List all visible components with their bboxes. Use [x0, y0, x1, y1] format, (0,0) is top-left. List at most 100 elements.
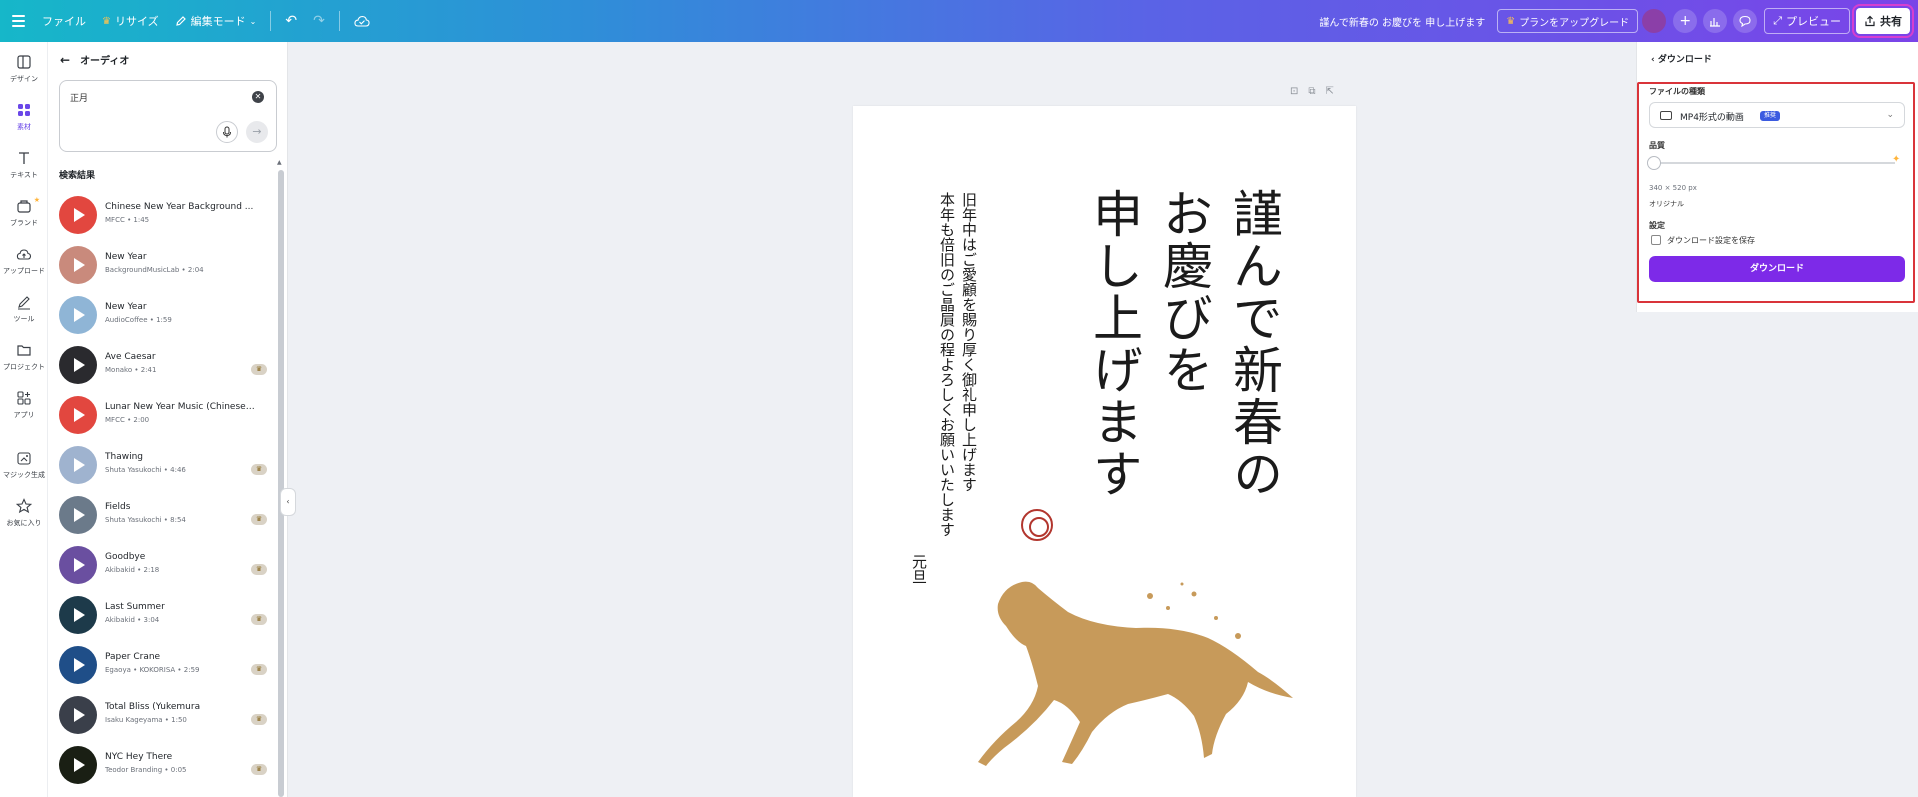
track-thumbnail[interactable] — [59, 496, 97, 534]
rail-item-tools[interactable]: ツール — [0, 294, 48, 324]
collapse-panel-button[interactable]: ‹ — [280, 488, 296, 516]
track-thumbnail[interactable] — [59, 246, 97, 284]
chevron-down-icon: ⌄ — [249, 16, 257, 26]
crown-icon: ♛ — [251, 564, 267, 575]
list-item[interactable]: Total Bliss (Yukemura Isaku Kageyama • 1:… — [59, 692, 277, 742]
scroll-up-icon[interactable]: ▲ — [277, 159, 282, 166]
track-thumbnail[interactable] — [59, 596, 97, 634]
rail-item-magic[interactable]: マジック生成 — [0, 450, 48, 480]
list-item[interactable]: Thawing Shuta Yasukochi • 4:46 ♛ — [59, 442, 277, 492]
undo-button[interactable]: ↶ — [277, 7, 305, 35]
upgrade-label: プランをアップグレード — [1519, 17, 1630, 29]
file-menu-label: ファイル — [42, 15, 86, 28]
rail-item-design[interactable]: デザイン — [0, 54, 48, 84]
list-item[interactable]: Goodbye Akibakid • 2:18 ♛ — [59, 542, 277, 592]
plus-icon: + — [1679, 13, 1692, 29]
duplicate-icon[interactable]: ⧉ — [1308, 86, 1315, 97]
crown-icon: ♛ — [1506, 15, 1516, 27]
results-heading: 検索結果 — [59, 171, 96, 181]
track-thumbnail[interactable] — [59, 296, 97, 334]
track-meta: Isaku Kageyama • 1:50 — [105, 716, 187, 724]
clear-search-icon[interactable]: ✕ — [252, 91, 264, 103]
track-thumbnail[interactable] — [59, 446, 97, 484]
download-back-button[interactable]: ‹ ダウンロード — [1651, 52, 1712, 65]
upgrade-plan-button[interactable]: ♛ プランをアップグレード — [1497, 9, 1639, 33]
cloud-save-button[interactable] — [346, 7, 378, 35]
list-item[interactable]: Paper Crane Egaoya • KOKORISA • 2:59 ♛ — [59, 642, 277, 692]
elements-icon — [18, 104, 30, 116]
rail-item-apps[interactable]: アプリ — [0, 390, 48, 420]
add-page-icon[interactable]: ⇱ — [1326, 86, 1334, 97]
list-item[interactable]: Lunar New Year Music (Chinese ... MFCC • … — [59, 392, 277, 442]
submit-search-button[interactable]: → — [246, 121, 268, 143]
play-icon — [74, 358, 85, 372]
insights-button[interactable] — [1703, 9, 1728, 33]
track-title: Total Bliss (Yukemura — [105, 702, 201, 712]
resize-button[interactable]: ♛ リサイズ — [94, 7, 167, 35]
rail-item-text[interactable]: テキスト — [0, 150, 48, 180]
design-page[interactable]: 謹んで新春の お慶びを 申し上げます 旧年中はご愛顧を賜り厚く御礼申し上げます … — [853, 106, 1356, 797]
track-thumbnail[interactable] — [59, 396, 97, 434]
menu-icon[interactable] — [12, 12, 34, 30]
search-input[interactable]: 正月 ✕ → — [59, 80, 277, 152]
rail-item-projects[interactable]: プロジェクト — [0, 342, 48, 372]
comments-button[interactable] — [1733, 9, 1758, 33]
back-arrow-icon[interactable]: ← — [60, 53, 70, 67]
voice-search-button[interactable] — [216, 121, 238, 143]
rail-item-label: テキスト — [10, 171, 38, 179]
scrollbar[interactable] — [278, 170, 284, 797]
lock-icon[interactable]: ⊡ — [1290, 86, 1298, 97]
track-meta: Shuta Yasukochi • 4:46 — [105, 466, 186, 474]
track-thumbnail[interactable] — [59, 196, 97, 234]
layout-icon — [17, 55, 31, 69]
upload-icon — [16, 249, 32, 260]
resize-label: リサイズ — [114, 15, 159, 28]
avatar[interactable] — [1642, 9, 1667, 33]
search-value[interactable]: 正月 — [70, 91, 88, 104]
list-item[interactable]: New Year AudioCoffee • 1:59 — [59, 292, 277, 342]
left-rail: デザイン 素材 テキスト ★ ブランド アップロード ツール プロジェクト アプ… — [0, 42, 48, 797]
rail-item-favorites[interactable]: お気に入り — [0, 498, 48, 528]
list-item[interactable]: Last Summer Akibakid • 3:04 ♛ — [59, 592, 277, 642]
divider — [338, 11, 340, 31]
file-menu[interactable]: ファイル — [34, 7, 94, 35]
comment-icon — [1739, 15, 1751, 27]
track-meta: AudioCoffee • 1:59 — [105, 316, 172, 324]
red-seal-stamp — [1021, 509, 1053, 541]
list-item[interactable]: New Year BackgroundMusicLab • 2:04 — [59, 242, 277, 292]
list-item[interactable]: Chinese New Year Background ... MFCC • 1:… — [59, 192, 277, 242]
track-thumbnail[interactable] — [59, 346, 97, 384]
track-thumbnail[interactable] — [59, 696, 97, 734]
crown-icon: ♛ — [251, 514, 267, 525]
rail-item-brand[interactable]: ★ ブランド — [0, 196, 48, 228]
track-thumbnail[interactable] — [59, 646, 97, 684]
magic-icon — [17, 452, 31, 465]
add-collaborator-button[interactable]: + — [1673, 9, 1698, 33]
share-button[interactable]: 共有 — [1852, 4, 1914, 38]
crown-icon: ♛ — [102, 15, 111, 27]
pencil-icon — [175, 16, 186, 26]
track-title: New Year — [105, 302, 147, 312]
chevron-left-icon: ‹ — [286, 497, 290, 506]
results-list: Chinese New Year Background ... MFCC • 1:… — [59, 192, 277, 792]
preview-button[interactable]: ⤢ プレビュー — [1764, 8, 1850, 34]
crown-icon: ♛ — [251, 464, 267, 475]
document-title[interactable]: 謹んで新春の お慶びを 申し上げます — [1319, 14, 1485, 29]
rail-item-elements[interactable]: 素材 — [0, 102, 48, 132]
cloud-check-icon — [354, 15, 370, 27]
track-thumbnail[interactable] — [59, 746, 97, 784]
edit-mode-dropdown[interactable]: 編集モード ⌄ — [167, 7, 265, 35]
track-title: Chinese New Year Background ... — [105, 202, 254, 212]
rail-item-upload[interactable]: アップロード — [0, 246, 48, 276]
list-item[interactable]: Fields Shuta Yasukochi • 8:54 ♛ — [59, 492, 277, 542]
message-line-1: 旧年中はご愛顧を賜り厚く御礼申し上げます — [960, 192, 978, 492]
play-icon — [74, 458, 85, 472]
track-thumbnail[interactable] — [59, 546, 97, 584]
play-icon — [74, 608, 85, 622]
play-icon — [74, 308, 85, 322]
undo-icon: ↶ — [285, 13, 298, 29]
list-item[interactable]: NYC Hey There Teodor Branding • 0:05 ♛ — [59, 742, 277, 792]
list-item[interactable]: Ave Caesar Monako • 2:41 ♛ — [59, 342, 277, 392]
redo-button[interactable]: ↷ — [305, 7, 333, 35]
message-line-2: 本年も倍旧のご晶屓の程よろしくお願いいたします — [938, 192, 956, 537]
